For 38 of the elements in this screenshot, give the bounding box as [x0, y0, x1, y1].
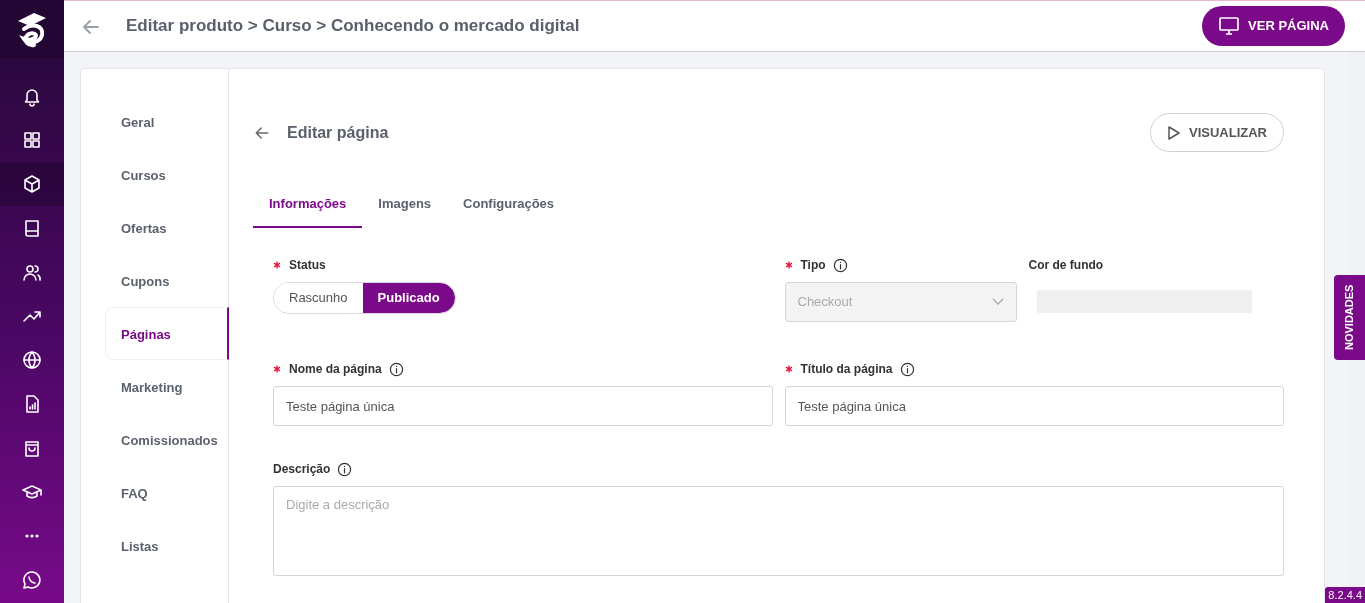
globe-icon [21, 349, 43, 371]
product-nav-item[interactable]: Comissionados [105, 413, 229, 467]
news-tab[interactable]: NOVIDADES [1334, 275, 1365, 360]
view-page-button[interactable]: VER PÁGINA [1202, 6, 1345, 47]
product-nav-item[interactable]: Páginas [105, 307, 229, 361]
grid-icon [21, 129, 43, 151]
field-label: Nome da página [289, 361, 382, 379]
version-badge: 8.2.4.4 [1325, 586, 1365, 603]
product-nav-item[interactable]: Geral [105, 95, 229, 149]
status-toggle[interactable]: Rascunho Publicado [273, 282, 456, 315]
sidebar-nav-item[interactable] [0, 162, 64, 206]
field-label: Tipo [800, 257, 826, 275]
field-label: Status [289, 257, 326, 275]
product-nav-item[interactable]: Cupons [105, 254, 229, 308]
page-title: Editar página [287, 122, 390, 143]
name-field[interactable]: Teste página única [273, 386, 773, 427]
chevron-down-icon [991, 298, 1004, 307]
tab[interactable]: Configurações [447, 182, 571, 229]
field-label: Cor de fundo [1028, 257, 1104, 275]
status-option[interactable]: Publicado [362, 283, 455, 314]
field-label: Descrição [273, 461, 331, 479]
product-nav-item[interactable]: Ofertas [105, 201, 229, 255]
more-icon [25, 534, 39, 538]
cube-icon [21, 173, 43, 195]
field-label: Título da página [800, 361, 893, 379]
monitor-icon [1218, 16, 1241, 37]
product-nav-item[interactable]: FAQ [105, 466, 229, 520]
preview-button[interactable]: VISUALIZAR [1150, 113, 1284, 153]
product-nav-item[interactable]: Listas [105, 519, 229, 573]
tab[interactable]: Imagens [362, 182, 448, 229]
breadcrumb: Editar produto > Curso > Conhecendo o mercado digital [126, 15, 581, 38]
chat-icon [21, 569, 43, 591]
tab[interactable]: Informações [253, 182, 363, 229]
product-nav-item[interactable]: Cursos [105, 148, 229, 202]
play-icon [1167, 124, 1181, 141]
product-nav-item[interactable]: Marketing [105, 360, 229, 414]
title-field[interactable]: Teste página única [784, 386, 1284, 427]
description-field[interactable]: Digite a descrição [273, 486, 1284, 577]
